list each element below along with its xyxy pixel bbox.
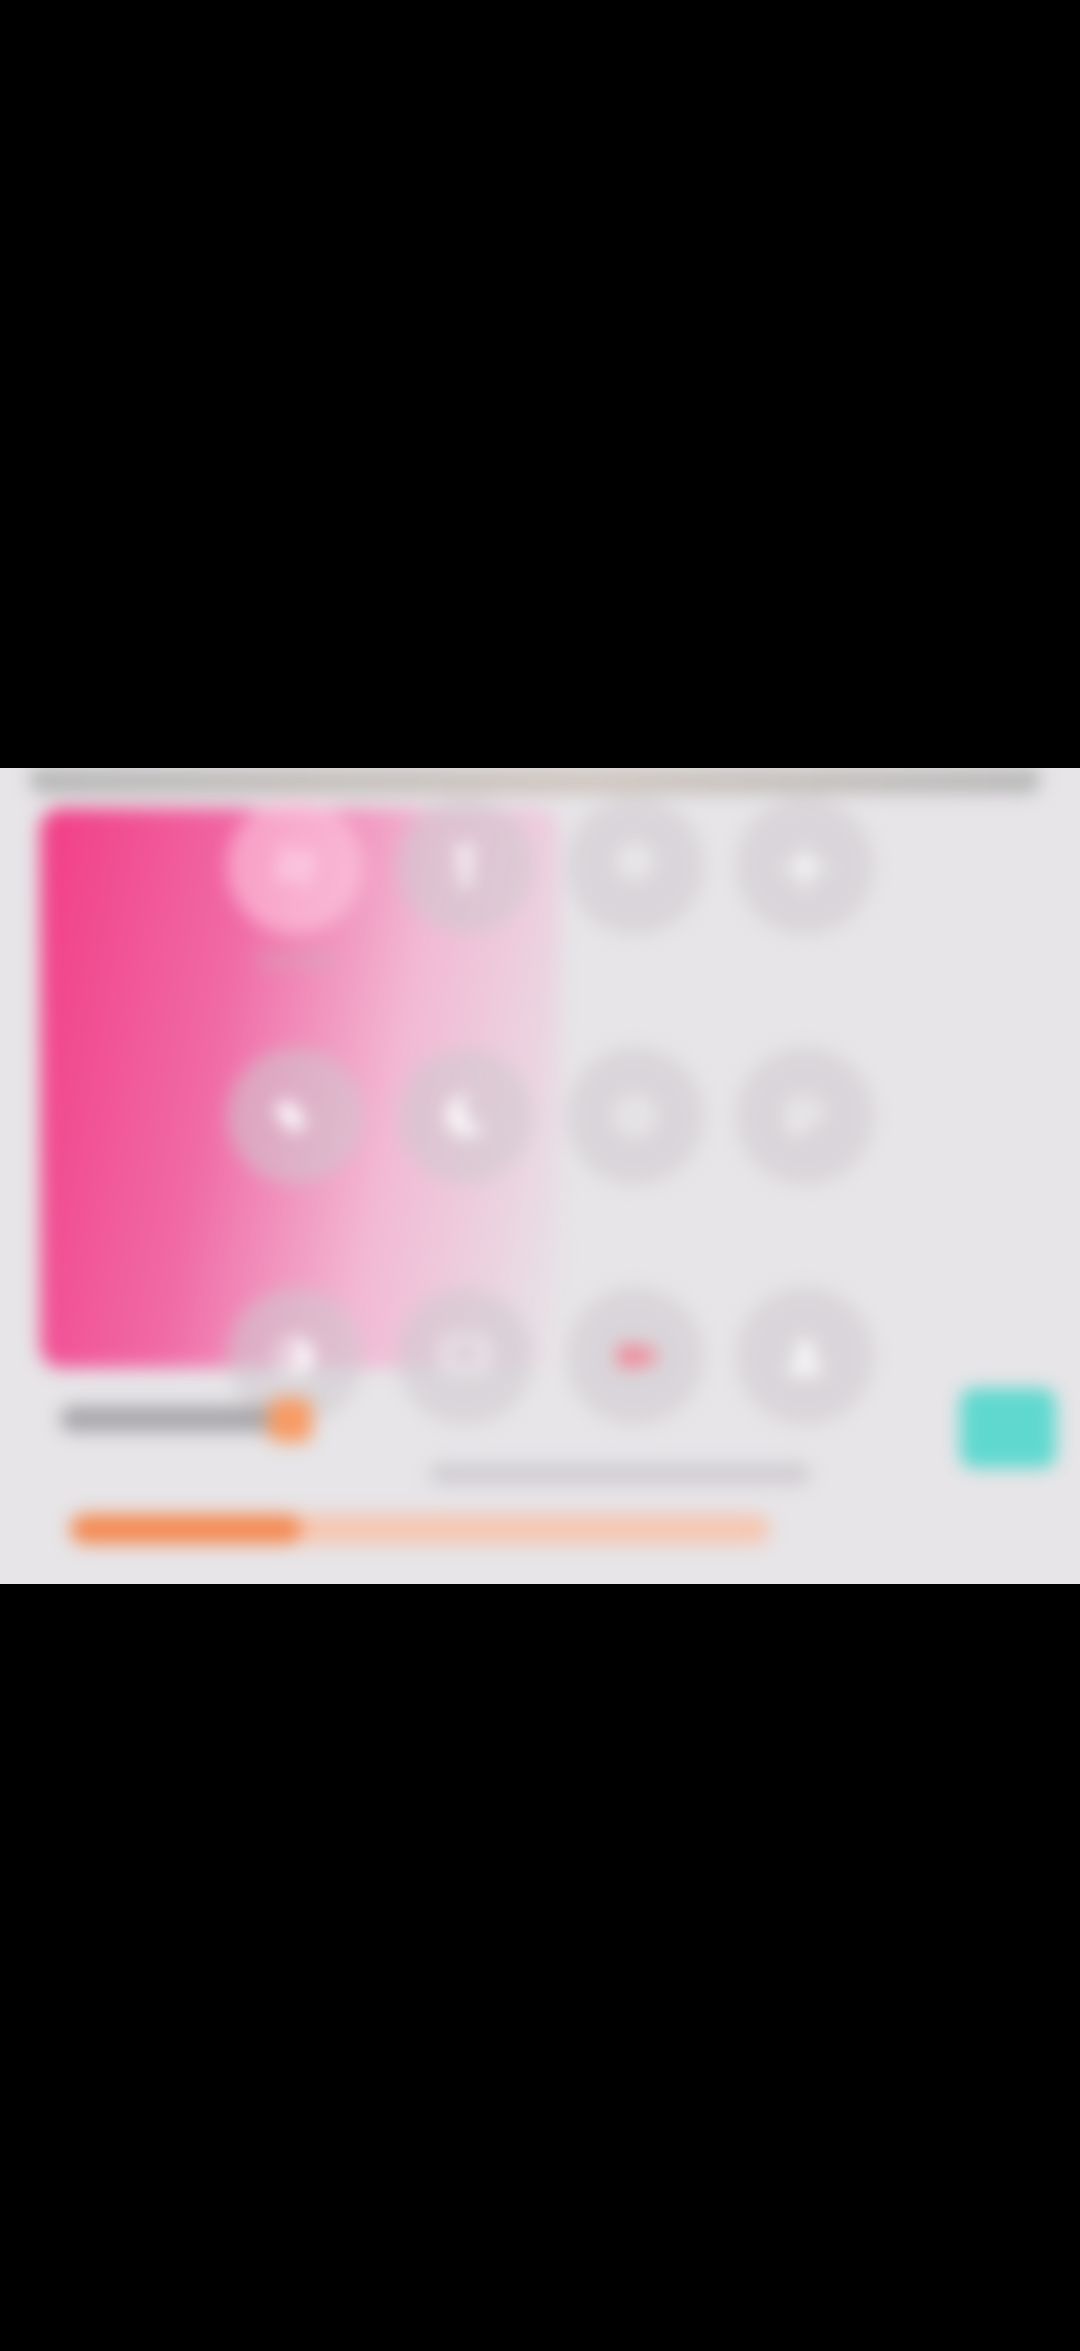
tile-dark-mode[interactable] [380, 1048, 550, 1224]
tile-nfc[interactable] [720, 1048, 890, 1224]
tile-label [720, 1198, 890, 1224]
airplane-icon [737, 798, 873, 934]
blurred-video-frame: SATMN [0, 768, 1080, 1584]
tile-label [720, 948, 890, 974]
tile-label [380, 948, 550, 974]
caption-bar [430, 1464, 810, 1484]
video-progress-fill [70, 1514, 301, 1544]
brightness-slider[interactable] [60, 1388, 1056, 1468]
data-arrows-icon [227, 798, 363, 934]
tile-mobile-data[interactable]: SATMN [210, 798, 380, 974]
tile-label [550, 1198, 720, 1224]
tile-label [210, 1198, 380, 1224]
letterbox-top [0, 0, 1080, 768]
status-strip [30, 768, 1040, 794]
tile-airplane[interactable] [720, 798, 890, 974]
tile-label [380, 1198, 550, 1224]
flashlight-icon [397, 798, 533, 934]
tile-label: SATMN [257, 948, 333, 973]
tile-label [550, 948, 720, 974]
quick-settings-grid: SATMN [210, 798, 890, 1424]
tile-location[interactable] [550, 798, 720, 974]
video-progress-bar[interactable] [70, 1514, 770, 1544]
hotspot-icon [567, 1048, 703, 1184]
brightness-knob[interactable] [268, 1398, 312, 1442]
tile-hotspot[interactable] [550, 1048, 720, 1224]
nfc-icon [737, 1048, 873, 1184]
rotate-icon [227, 1048, 363, 1184]
brightness-track [60, 1406, 300, 1432]
tile-flashlight[interactable] [380, 798, 550, 974]
tile-auto-rotate[interactable] [210, 1048, 380, 1224]
settings-shortcut-button[interactable] [960, 1388, 1056, 1468]
letterbox-bottom [0, 1584, 1080, 2351]
location-icon [567, 798, 703, 934]
frame-content: SATMN [0, 768, 1080, 1584]
moon-icon [397, 1048, 533, 1184]
